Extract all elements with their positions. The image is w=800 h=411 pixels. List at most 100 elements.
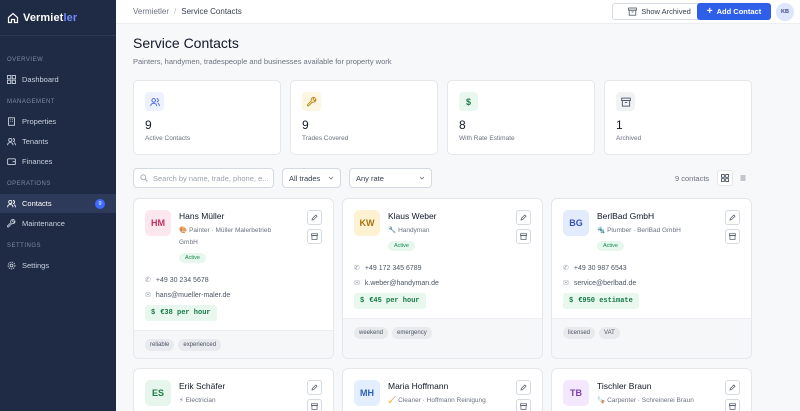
contact-avatar: BG <box>563 210 589 236</box>
edit-button[interactable] <box>307 380 322 395</box>
contact-phone[interactable]: ✆ +49 172 345 6789 <box>354 264 422 273</box>
archive-button[interactable] <box>725 229 740 244</box>
bolt-icon: ⚡ <box>179 397 184 404</box>
archive-button[interactable] <box>516 399 531 411</box>
tag[interactable]: VAT <box>599 327 620 339</box>
tag[interactable]: licensed <box>563 327 596 339</box>
user-avatar[interactable]: KB <box>776 3 794 21</box>
contact-phone[interactable]: ✆ +49 30 234 5678 <box>145 276 209 285</box>
mail-icon: ✉ <box>354 280 360 287</box>
contact-name: Tischler Braun <box>597 381 652 391</box>
contacts-icon <box>7 199 16 208</box>
contact-email[interactable]: ✉ service@berlbad.de <box>563 279 636 288</box>
contact-trade-text: Plumber · BerlBad GmbH <box>607 227 681 234</box>
sidebar-item-maintenance[interactable]: Maintenance <box>0 214 116 233</box>
breadcrumb: Vermietler / Service Contacts <box>133 7 242 16</box>
stat-card-rate: $ 8 With Rate Estimate <box>447 80 595 155</box>
phone-icon: ✆ <box>563 265 569 272</box>
dollar-icon: $ <box>569 297 574 305</box>
contact-card[interactable]: TB Tischler Braun 🪚 Carpenter · Schreiner… <box>551 368 752 411</box>
filter-bar: All trades Any rate 9 contacts <box>133 168 751 188</box>
stat-label: Active Contacts <box>145 135 191 142</box>
contact-email[interactable]: ✉ k.weber@handyman.de <box>354 279 439 288</box>
edit-button[interactable] <box>516 210 531 225</box>
wrench-icon <box>302 92 321 111</box>
brand[interactable]: Vermietler <box>0 0 116 36</box>
tag[interactable]: experienced <box>178 339 222 351</box>
contact-card[interactable]: ES Erik Schäfer ⚡ Electrician <box>133 368 334 411</box>
sidebar-item-contacts[interactable]: Contacts 9 <box>0 194 116 213</box>
stat-card-active: 9 Active Contacts <box>133 80 281 155</box>
palette-icon: 🎨 <box>179 227 188 234</box>
contacts-count: 9 contacts <box>675 174 710 183</box>
main-content: Service Contacts Painters, handymen, tra… <box>116 24 800 411</box>
broom-icon: 🧹 <box>388 397 397 404</box>
contact-trade-text: Carpenter · Schreinerei Braun <box>607 397 694 404</box>
edit-button[interactable] <box>516 380 531 395</box>
contact-trade: 🎨 Painter · Müller Malerbetrieb GmbH <box>179 225 289 248</box>
sidebar-item-label: Contacts <box>22 199 52 208</box>
contact-name: BerlBad GmbH <box>597 211 655 221</box>
trade-select[interactable]: All trades <box>282 168 341 188</box>
status-badge: Active <box>597 241 624 251</box>
page-title: Service Contacts <box>133 35 239 51</box>
add-contact-button[interactable]: + Add Contact <box>697 3 771 20</box>
contact-trade: 🧹 Cleaner · Hoffmann Reinigung <box>388 395 513 407</box>
archive-button[interactable] <box>307 229 322 244</box>
sidebar-item-properties[interactable]: Properties <box>0 112 116 131</box>
sidebar-item-settings[interactable]: Settings <box>0 256 116 275</box>
nav-section-management: Management <box>7 99 56 105</box>
sidebar-item-label: Dashboard <box>22 75 59 84</box>
sidebar-item-label: Tenants <box>22 137 49 146</box>
mail-icon: ✉ <box>145 292 151 299</box>
dollar-icon: $ <box>151 309 156 317</box>
show-archived-button[interactable]: Show Archived <box>612 3 707 20</box>
list-icon <box>740 175 746 181</box>
archive-button[interactable] <box>725 399 740 411</box>
tag[interactable]: weekend <box>354 327 389 339</box>
sidebar-item-label: Finances <box>22 157 53 166</box>
phone-icon: ✆ <box>354 265 360 272</box>
tag-bar: licensed VAT <box>552 318 751 358</box>
sidebar-item-tenants[interactable]: Tenants <box>0 132 116 151</box>
grid-view-button[interactable] <box>717 170 733 186</box>
contact-card[interactable]: KW Klaus Weber 🔧 Handyman Active ✆ +49 172… <box>342 198 543 359</box>
rate-select[interactable]: Any rate <box>349 168 432 188</box>
contact-card[interactable]: BG BerlBad GmbH 🔩 Plumber · BerlBad GmbH … <box>551 198 752 359</box>
stat-value: 9 <box>145 118 152 132</box>
search-input[interactable] <box>153 173 273 183</box>
wallet-icon <box>7 157 16 166</box>
breadcrumb-root[interactable]: Vermietler <box>133 7 169 16</box>
archive-button[interactable] <box>307 399 322 411</box>
contact-name: Klaus Weber <box>388 211 437 221</box>
grid-icon <box>721 174 729 182</box>
contact-card[interactable]: MH Maria Hoffmann 🧹 Cleaner · Hoffmann Re… <box>342 368 543 411</box>
contact-phone[interactable]: ✆ +49 30 987 6543 <box>563 264 627 273</box>
contact-name: Hans Müller <box>179 211 225 221</box>
phone-text: +49 30 987 6543 <box>573 264 627 272</box>
edit-button[interactable] <box>725 380 740 395</box>
archive-button[interactable] <box>516 229 531 244</box>
pencil-icon <box>520 214 527 221</box>
nav-section-operations: Operations <box>7 181 51 187</box>
status-badge: Active <box>388 241 415 251</box>
sidebar-item-dashboard[interactable]: Dashboard <box>0 70 116 89</box>
edit-button[interactable] <box>725 210 740 225</box>
edit-button[interactable] <box>307 210 322 225</box>
search-field[interactable] <box>133 168 274 188</box>
stat-label: With Rate Estimate <box>459 135 515 142</box>
phone-icon: ✆ <box>145 277 151 284</box>
contact-trade-text: Painter · Müller Malerbetrieb GmbH <box>179 227 272 246</box>
list-view-button[interactable] <box>735 170 751 186</box>
status-badge: Active <box>179 253 206 263</box>
contact-card[interactable]: HM Hans Müller 🎨 Painter · Müller Malerbe… <box>133 198 334 359</box>
sidebar-item-finances[interactable]: Finances <box>0 152 116 171</box>
contact-trade-text: Handyman <box>398 227 430 234</box>
pencil-icon <box>311 384 318 391</box>
tag[interactable]: emergency <box>392 327 432 339</box>
tag[interactable]: reliable <box>145 339 175 351</box>
rate-text: €45 per hour <box>369 297 420 305</box>
contact-email[interactable]: ✉ hans@mueller-maler.de <box>145 291 230 300</box>
rate-text: €38 per hour <box>160 309 211 317</box>
sidebar-item-label: Maintenance <box>22 219 65 228</box>
